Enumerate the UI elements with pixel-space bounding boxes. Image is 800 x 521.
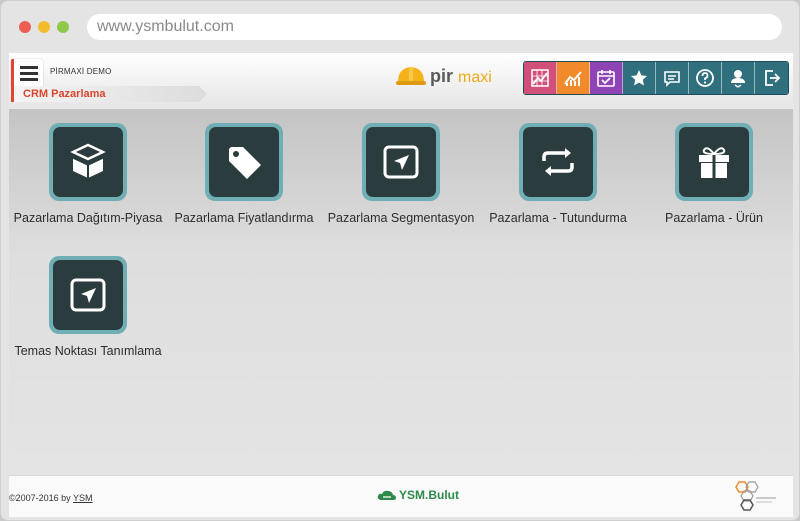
reports-button[interactable] <box>524 62 557 94</box>
tile-temas-noktasi-tanimlama[interactable]: Temas Noktası Tanımlama <box>9 256 168 358</box>
hamburger-line <box>19 65 38 69</box>
app-header: PİRMAXİ DEMO CRM Pazarlama pir maxi <box>9 53 793 107</box>
logo-text-secondary: maxi <box>458 68 492 86</box>
logout-icon <box>764 70 780 86</box>
hamburger-line <box>19 71 38 75</box>
star-icon <box>631 70 647 86</box>
tile-icon-background <box>209 127 279 197</box>
ysm-bulut-logo[interactable]: YSM.Bulut <box>377 488 459 502</box>
tile-pazarlama-segmentasyon[interactable]: Pazarlama Segmentasyon <box>321 123 481 225</box>
company-name: PİRMAXİ DEMO <box>50 67 112 76</box>
box-distribution-icon <box>70 143 106 178</box>
repeat-icon <box>542 148 574 176</box>
calendar-button[interactable] <box>590 62 623 94</box>
user-icon <box>731 70 745 88</box>
tile-icon-background <box>679 127 749 197</box>
tile-pazarlama-tutundurma[interactable]: Pazarlama - Tutundurma <box>478 123 638 225</box>
help-icon <box>696 69 714 87</box>
browser-toolbar: www.ysmbulut.com <box>1 1 800 53</box>
tile-icon-frame <box>49 256 127 334</box>
close-window-dot[interactable] <box>19 21 31 33</box>
app-footer: ©2007-2016 by YSM YSM.Bulut <box>9 475 793 517</box>
hamburger-menu-button[interactable] <box>11 59 43 87</box>
logo-text: pir maxi <box>430 66 492 87</box>
tile-label: Pazarlama Segmentasyon <box>327 211 475 225</box>
module-grid: Pazarlama Dağıtım-Piyasa Pazarlama Fiyat… <box>9 109 793 475</box>
copyright-text: ©2007-2016 by YSM <box>9 493 93 503</box>
minimize-window-dot[interactable] <box>38 21 50 33</box>
tile-label: Pazarlama - Ürün <box>665 211 763 225</box>
tile-icon-background <box>523 127 593 197</box>
tile-icon-frame <box>362 123 440 201</box>
tile-icon-frame <box>49 123 127 201</box>
tile-label: Pazarlama Fiyatlandırma <box>174 211 314 225</box>
tile-icon-frame <box>205 123 283 201</box>
helmet-icon <box>396 67 426 85</box>
maximize-window-dot[interactable] <box>57 21 69 33</box>
pirmaxi-logo: pir maxi <box>395 61 492 91</box>
tile-icon-frame <box>519 123 597 201</box>
tile-pazarlama-fiyatlandirma[interactable]: Pazarlama Fiyatlandırma <box>164 123 324 225</box>
tile-label: Temas Noktası Tanımlama <box>14 344 162 358</box>
chart-grid-icon <box>531 69 549 87</box>
messages-button[interactable] <box>656 62 689 94</box>
tile-label: Pazarlama Dağıtım-Piyasa <box>13 211 163 225</box>
calendar-check-icon <box>597 70 615 87</box>
gift-icon <box>699 147 729 178</box>
segment-pointer-icon <box>383 145 419 179</box>
footer-brand: YSM.Bulut <box>399 488 459 502</box>
trend-chart-icon <box>564 71 582 86</box>
app-container: PİRMAXİ DEMO CRM Pazarlama pir maxi Paza… <box>9 53 793 517</box>
copyright-prefix: ©2007-2016 by <box>9 493 74 503</box>
logo-text-primary: pir <box>430 65 454 86</box>
help-button[interactable] <box>689 62 722 94</box>
message-icon <box>664 71 680 87</box>
tile-icon-background <box>53 260 123 330</box>
address-bar[interactable]: www.ysmbulut.com <box>87 14 782 40</box>
tile-label: Pazarlama - Tutundurma <box>489 211 627 225</box>
cloud-truck-icon <box>377 490 396 500</box>
ysm-link[interactable]: YSM <box>73 493 93 503</box>
hamburger-line <box>19 77 38 81</box>
tile-icon-background <box>366 127 436 197</box>
header-toolbar <box>523 61 789 95</box>
tile-pazarlama-dagitim-piyasa[interactable]: Pazarlama Dağıtım-Piyasa <box>9 123 168 225</box>
tile-icon-background <box>53 127 123 197</box>
favorites-button[interactable] <box>623 62 656 94</box>
touchpoint-pointer-icon <box>70 278 106 312</box>
analytics-button[interactable] <box>557 62 590 94</box>
browser-window: www.ysmbulut.com PİRMAXİ DEMO CRM Pazarl… <box>0 0 800 521</box>
ysm-hex-badge <box>735 481 776 511</box>
tile-icon-frame <box>675 123 753 201</box>
logout-button[interactable] <box>755 62 788 94</box>
user-menu-button[interactable] <box>722 62 755 94</box>
module-breadcrumb[interactable]: CRM Pazarlama <box>11 86 207 102</box>
module-title: CRM Pazarlama <box>23 88 106 100</box>
tile-pazarlama-urun[interactable]: Pazarlama - Ürün <box>634 123 793 225</box>
price-tag-icon <box>229 147 261 179</box>
